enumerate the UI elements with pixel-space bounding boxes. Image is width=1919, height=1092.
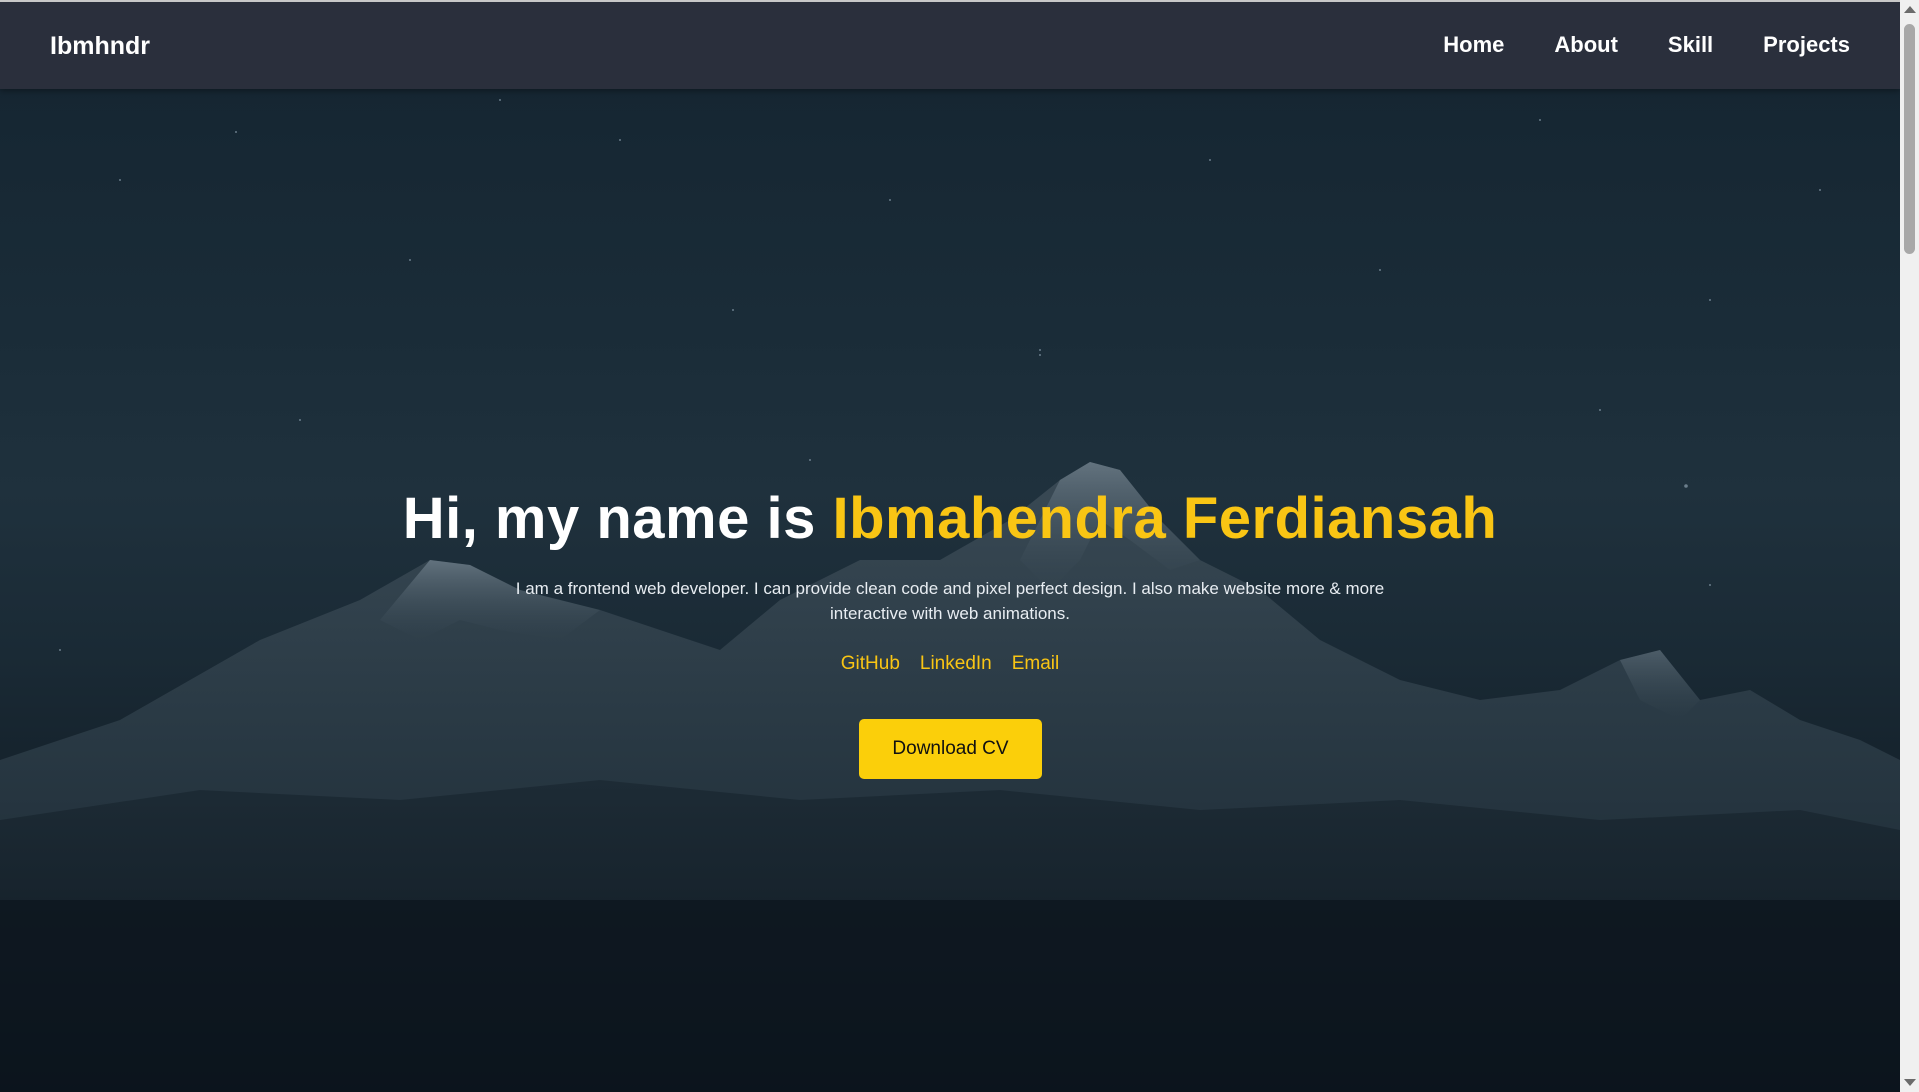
scroll-up-arrow-icon[interactable] bbox=[1904, 6, 1916, 13]
navbar: Ibmhndr Home About Skill Projects bbox=[0, 2, 1900, 89]
github-link[interactable]: GitHub bbox=[841, 653, 900, 675]
email-link[interactable]: Email bbox=[1012, 653, 1060, 675]
nav-links: Home About Skill Projects bbox=[1443, 32, 1850, 58]
hero-name: Ibmahendra Ferdiansah bbox=[832, 486, 1498, 551]
nav-link-about[interactable]: About bbox=[1554, 32, 1618, 58]
nav-link-skill[interactable]: Skill bbox=[1668, 32, 1713, 58]
nav-link-home[interactable]: Home bbox=[1443, 32, 1504, 58]
vertical-scrollbar[interactable] bbox=[1900, 0, 1919, 1092]
brand-logo[interactable]: Ibmhndr bbox=[50, 32, 150, 61]
social-links: GitHub LinkedIn Email bbox=[0, 653, 1900, 675]
nav-link-projects[interactable]: Projects bbox=[1763, 32, 1850, 58]
hero-section: Hi, my name is Ibmahendra Ferdiansah I a… bbox=[0, 0, 1900, 1092]
hero-greeting: Hi, my name is bbox=[402, 486, 833, 551]
window-top-border bbox=[0, 0, 1900, 2]
scroll-down-arrow-icon[interactable] bbox=[1904, 1079, 1916, 1086]
linkedin-link[interactable]: LinkedIn bbox=[920, 653, 992, 675]
download-cv-button[interactable]: Download CV bbox=[859, 719, 1042, 779]
hero-title: Hi, my name is Ibmahendra Ferdiansah bbox=[0, 485, 1900, 552]
hero-description: I am a frontend web developer. I can pro… bbox=[515, 579, 1385, 623]
scrollbar-thumb[interactable] bbox=[1904, 24, 1915, 254]
page-viewport: Ibmhndr Home About Skill Projects Hi, my… bbox=[0, 0, 1919, 1092]
